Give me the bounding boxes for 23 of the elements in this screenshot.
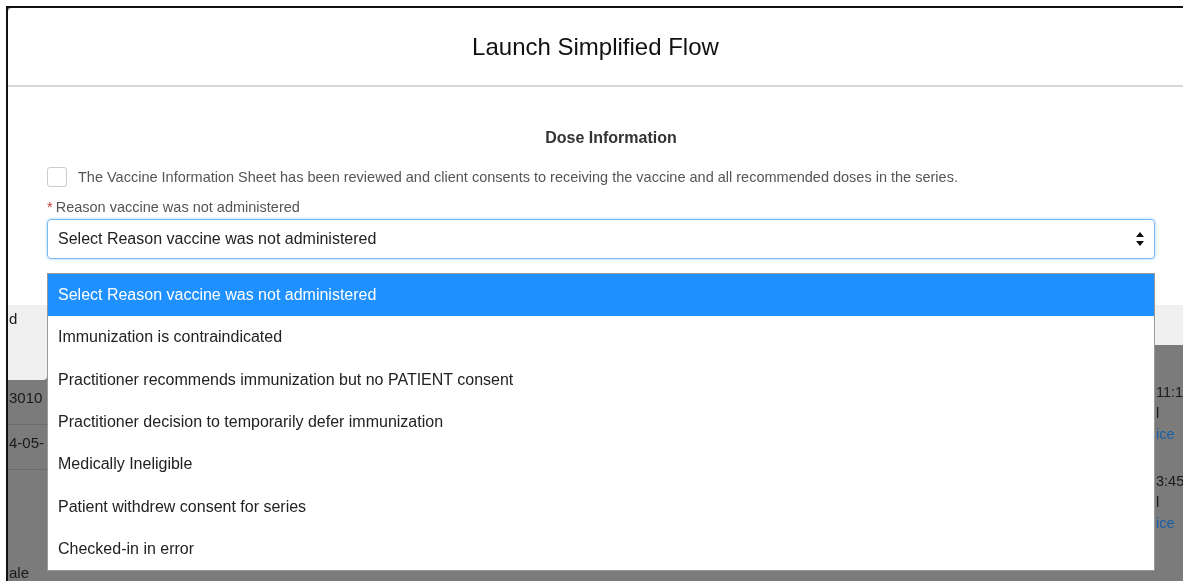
section-heading: Dose Information (545, 129, 677, 147)
dropdown-option[interactable]: Medically Ineligible (48, 443, 1154, 486)
sort-arrows-icon (1136, 232, 1144, 246)
dropdown-option[interactable]: Patient withdrew consent for series (48, 485, 1154, 528)
background-text: 3:45 (1156, 472, 1183, 491)
background-text: d (9, 309, 19, 329)
background-text: 3010 (9, 388, 44, 408)
consent-text: The Vaccine Information Sheet has been reviewed and client consents to receiving the vaccine and all recommended doses in the series. (78, 169, 958, 185)
dialog-title: Launch Simplified Flow (472, 32, 719, 61)
required-mark: * (47, 199, 53, 215)
field-label: Reason vaccine was not administered (55, 199, 300, 215)
reason-select[interactable]: Select Reason vaccine was not administered (47, 219, 1155, 259)
dropdown-option[interactable]: Practitioner decision to temporarily defer immunization (48, 400, 1154, 444)
background-text: l (1156, 404, 1161, 423)
dropdown-option[interactable]: Practitioner recommends immunization but no PATIENT consent (48, 358, 1154, 401)
dropdown-option[interactable]: Immunization is contraindicated (48, 316, 1154, 359)
dropdown-option[interactable]: Checked-in in error (48, 527, 1154, 571)
background-text: 4-05- (9, 433, 46, 453)
background-text: 11:1 (1156, 383, 1183, 402)
consent-checkbox[interactable] (47, 167, 67, 187)
background-text: ale (9, 563, 31, 581)
footer-panel (1155, 305, 1183, 345)
background-text: l (1156, 493, 1161, 512)
